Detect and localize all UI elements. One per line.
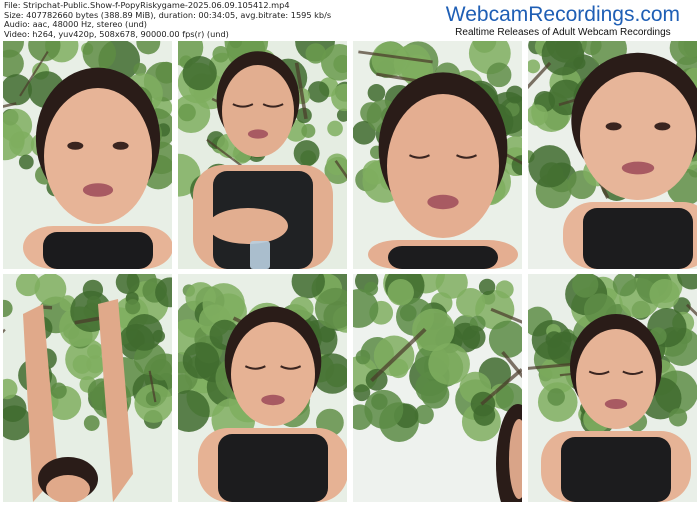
brand-logo: WebcamRecordings.com Realtime Releases o… (446, 4, 680, 39)
video-thumbnail (178, 274, 347, 502)
video-thumbnail (178, 41, 347, 269)
brand-tagline: Realtime Releases of Adult Webcam Record… (455, 27, 671, 38)
thumbnail-image (178, 274, 347, 502)
video-thumbnail (528, 41, 697, 269)
thumbnail-image (353, 274, 522, 502)
thumbnail-image (3, 41, 172, 269)
video-thumbnail (3, 274, 172, 502)
file-info: File: Stripchat-Public.Show-f-PopyRiskyg… (4, 0, 331, 39)
thumbnail-grid (3, 41, 697, 502)
thumbnail-image (528, 41, 697, 269)
video-thumbnail (353, 274, 522, 502)
thumbnail-image (178, 41, 347, 269)
brand-name: WebcamRecordings.com (445, 3, 680, 26)
video-thumbnail (353, 41, 522, 269)
thumbnail-image (353, 41, 522, 269)
header: File: Stripchat-Public.Show-f-PopyRiskyg… (0, 0, 700, 40)
thumbnail-image (3, 274, 172, 502)
thumbnail-image (528, 274, 697, 502)
video-thumbnail (528, 274, 697, 502)
video-thumbnail (3, 41, 172, 269)
video-info-line: Video: h264, yuv420p, 508x678, 90000.00 … (4, 28, 229, 39)
